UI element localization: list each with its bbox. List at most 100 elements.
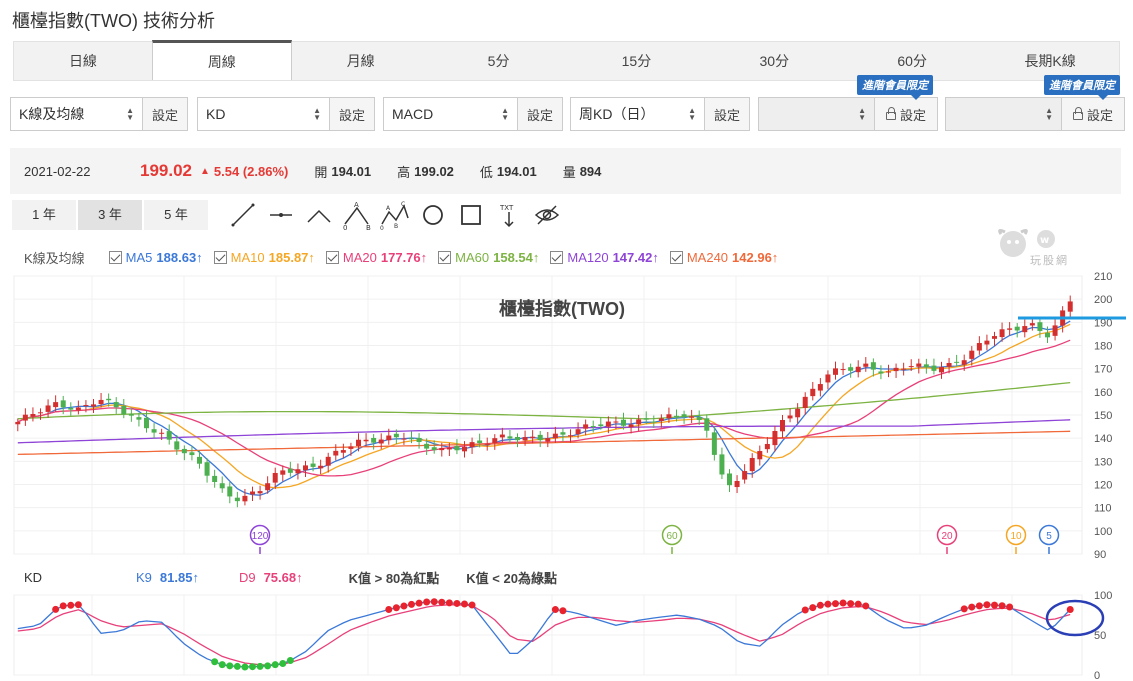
candle-body bbox=[469, 442, 475, 448]
ma-toggle-ma10[interactable]: MA10 185.87↑ bbox=[213, 250, 315, 265]
ma-toggle-ma20[interactable]: MA20 177.76↑ bbox=[325, 250, 427, 265]
settings-button-0[interactable]: 設定 bbox=[143, 98, 187, 130]
angle-tool-icon[interactable] bbox=[304, 200, 334, 230]
k9-label: K9 bbox=[136, 570, 152, 585]
candle-body bbox=[696, 417, 702, 420]
ma-toggle-ma5[interactable]: MA5 188.63↑ bbox=[108, 250, 203, 265]
horizontal-line-tool-icon[interactable] bbox=[266, 200, 296, 230]
kd-overbought-dot bbox=[392, 604, 400, 612]
settings-button-label: 設定 bbox=[899, 107, 926, 123]
range-button-2[interactable]: 5 年 bbox=[144, 200, 208, 230]
candle-body bbox=[348, 446, 354, 449]
settings-button-4[interactable]: 設定 bbox=[875, 98, 937, 130]
candle-body bbox=[204, 462, 210, 476]
kd-overbought-dot bbox=[453, 599, 461, 607]
y-tick-label: 140 bbox=[1094, 433, 1112, 445]
settings-button-1[interactable]: 設定 bbox=[330, 98, 374, 130]
candle-body bbox=[386, 435, 392, 441]
candle-body bbox=[855, 366, 861, 373]
line-tool-icon[interactable] bbox=[228, 200, 258, 230]
tab-1[interactable]: 周線 bbox=[151, 40, 292, 80]
ma-toggle-ma240[interactable]: MA240 142.96↑ bbox=[669, 250, 778, 265]
indicator-dropdown-3[interactable]: 周KD（日） ▲ ▼ bbox=[571, 98, 705, 130]
candle-body bbox=[340, 450, 346, 453]
indicator-dropdown-2[interactable]: MACD ▲ ▼ bbox=[384, 98, 518, 130]
candle-body bbox=[477, 440, 483, 444]
y-tick-label: 110 bbox=[1094, 503, 1112, 515]
kd-overbought-dot bbox=[408, 600, 415, 608]
price-chart[interactable]: 90100110120130140150160170180190200210櫃檯… bbox=[0, 268, 1133, 568]
dropdown-arrows-icon: ▲ ▼ bbox=[858, 106, 866, 122]
kd-overbought-dot bbox=[445, 599, 453, 607]
indicator-dropdown-0[interactable]: K線及均線 ▲ ▼ bbox=[11, 98, 143, 130]
ma-label: MA240 bbox=[686, 250, 729, 265]
candle-body bbox=[159, 432, 165, 434]
candle-body bbox=[492, 438, 498, 443]
settings-button-3[interactable]: 設定 bbox=[705, 98, 749, 130]
ma-toggle-ma120[interactable]: MA120 147.42↑ bbox=[550, 250, 659, 265]
tab-4[interactable]: 15分 bbox=[568, 42, 706, 80]
candle-body bbox=[295, 469, 301, 474]
candle-body bbox=[1007, 328, 1013, 330]
abc-pattern-tool-icon[interactable]: A 0 B bbox=[342, 200, 372, 230]
candle-body bbox=[212, 475, 218, 482]
y-tick-label: 90 bbox=[1094, 549, 1106, 561]
indicator-dropdown-4[interactable]: ▲ ▼ bbox=[759, 98, 875, 130]
kd-overbought-dot bbox=[862, 602, 870, 610]
indicator-dropdown-1[interactable]: KD ▲ ▼ bbox=[198, 98, 330, 130]
svg-text:B: B bbox=[394, 223, 398, 230]
kd-oversold-dot bbox=[279, 660, 287, 668]
rectangle-tool-icon[interactable] bbox=[456, 200, 486, 230]
tab-0[interactable]: 日線 bbox=[14, 42, 152, 80]
hide-drawings-icon[interactable] bbox=[532, 200, 562, 230]
indicator-selector-1: KD ▲ ▼ 設定 bbox=[197, 97, 375, 131]
settings-button-5[interactable]: 設定 bbox=[1062, 98, 1124, 130]
tab-3[interactable]: 5分 bbox=[430, 42, 568, 80]
candle-body bbox=[424, 443, 430, 449]
circle-tool-icon[interactable] bbox=[418, 200, 448, 230]
tab-2[interactable]: 月線 bbox=[292, 42, 430, 80]
kd-overbought-dot bbox=[824, 600, 832, 608]
tab-5[interactable]: 30分 bbox=[705, 42, 843, 80]
range-buttons: 1 年3 年5 年 bbox=[12, 200, 208, 230]
svg-text:w: w bbox=[1040, 235, 1049, 246]
candle-body bbox=[598, 424, 604, 427]
candle-body bbox=[552, 433, 558, 439]
indicator-dropdown-5[interactable]: ▲ ▼ bbox=[946, 98, 1062, 130]
ma-toggle-ma60[interactable]: MA60 158.54↑ bbox=[438, 250, 539, 265]
dropdown-arrows-icon: ▲ ▼ bbox=[688, 106, 696, 122]
svg-text:A: A bbox=[354, 201, 359, 209]
candle-body bbox=[764, 443, 770, 450]
checkbox-icon bbox=[438, 251, 452, 264]
candle-body bbox=[257, 491, 263, 494]
candle-body bbox=[833, 368, 838, 375]
range-button-0[interactable]: 1 年 bbox=[12, 200, 76, 230]
quote-change: 5.54 (2.86%) bbox=[213, 163, 289, 179]
quote-bar: 2021-02-22 199.02 ▲ 5.54 (2.86%) 開 194.0… bbox=[10, 148, 1121, 194]
kd-chart[interactable]: 0 50 100 bbox=[0, 586, 1133, 681]
kd-overbought-dot bbox=[983, 601, 991, 609]
candle-body bbox=[454, 446, 460, 451]
abcd-pattern-tool-icon[interactable]: A C 0 B bbox=[380, 200, 410, 230]
lock-icon bbox=[885, 107, 896, 120]
dropdown-arrows-icon: ▲ ▼ bbox=[1045, 106, 1053, 122]
candle-body bbox=[1029, 323, 1035, 326]
k9-value: 81.85↑ bbox=[159, 570, 199, 585]
candle-body bbox=[946, 363, 952, 367]
open-label: 開 bbox=[314, 164, 328, 180]
candle-body bbox=[666, 414, 672, 419]
settings-button-2[interactable]: 設定 bbox=[518, 98, 562, 130]
y-tick-label: 150 bbox=[1094, 410, 1112, 422]
candle-body bbox=[250, 491, 255, 495]
kd-overbought-dot bbox=[968, 603, 976, 611]
kd-overbought-dot bbox=[385, 606, 393, 614]
range-button-1[interactable]: 3 年 bbox=[78, 200, 142, 230]
kd-overbought-dot bbox=[74, 601, 82, 609]
candle-body bbox=[393, 433, 399, 438]
candle-body bbox=[628, 424, 634, 428]
kd-overbought-dot bbox=[991, 601, 998, 609]
candle-body bbox=[878, 371, 884, 374]
kd-overbought-dot bbox=[847, 600, 855, 608]
text-tool-icon[interactable]: TXT bbox=[494, 200, 524, 230]
settings-button-label: 設定 bbox=[713, 107, 740, 123]
